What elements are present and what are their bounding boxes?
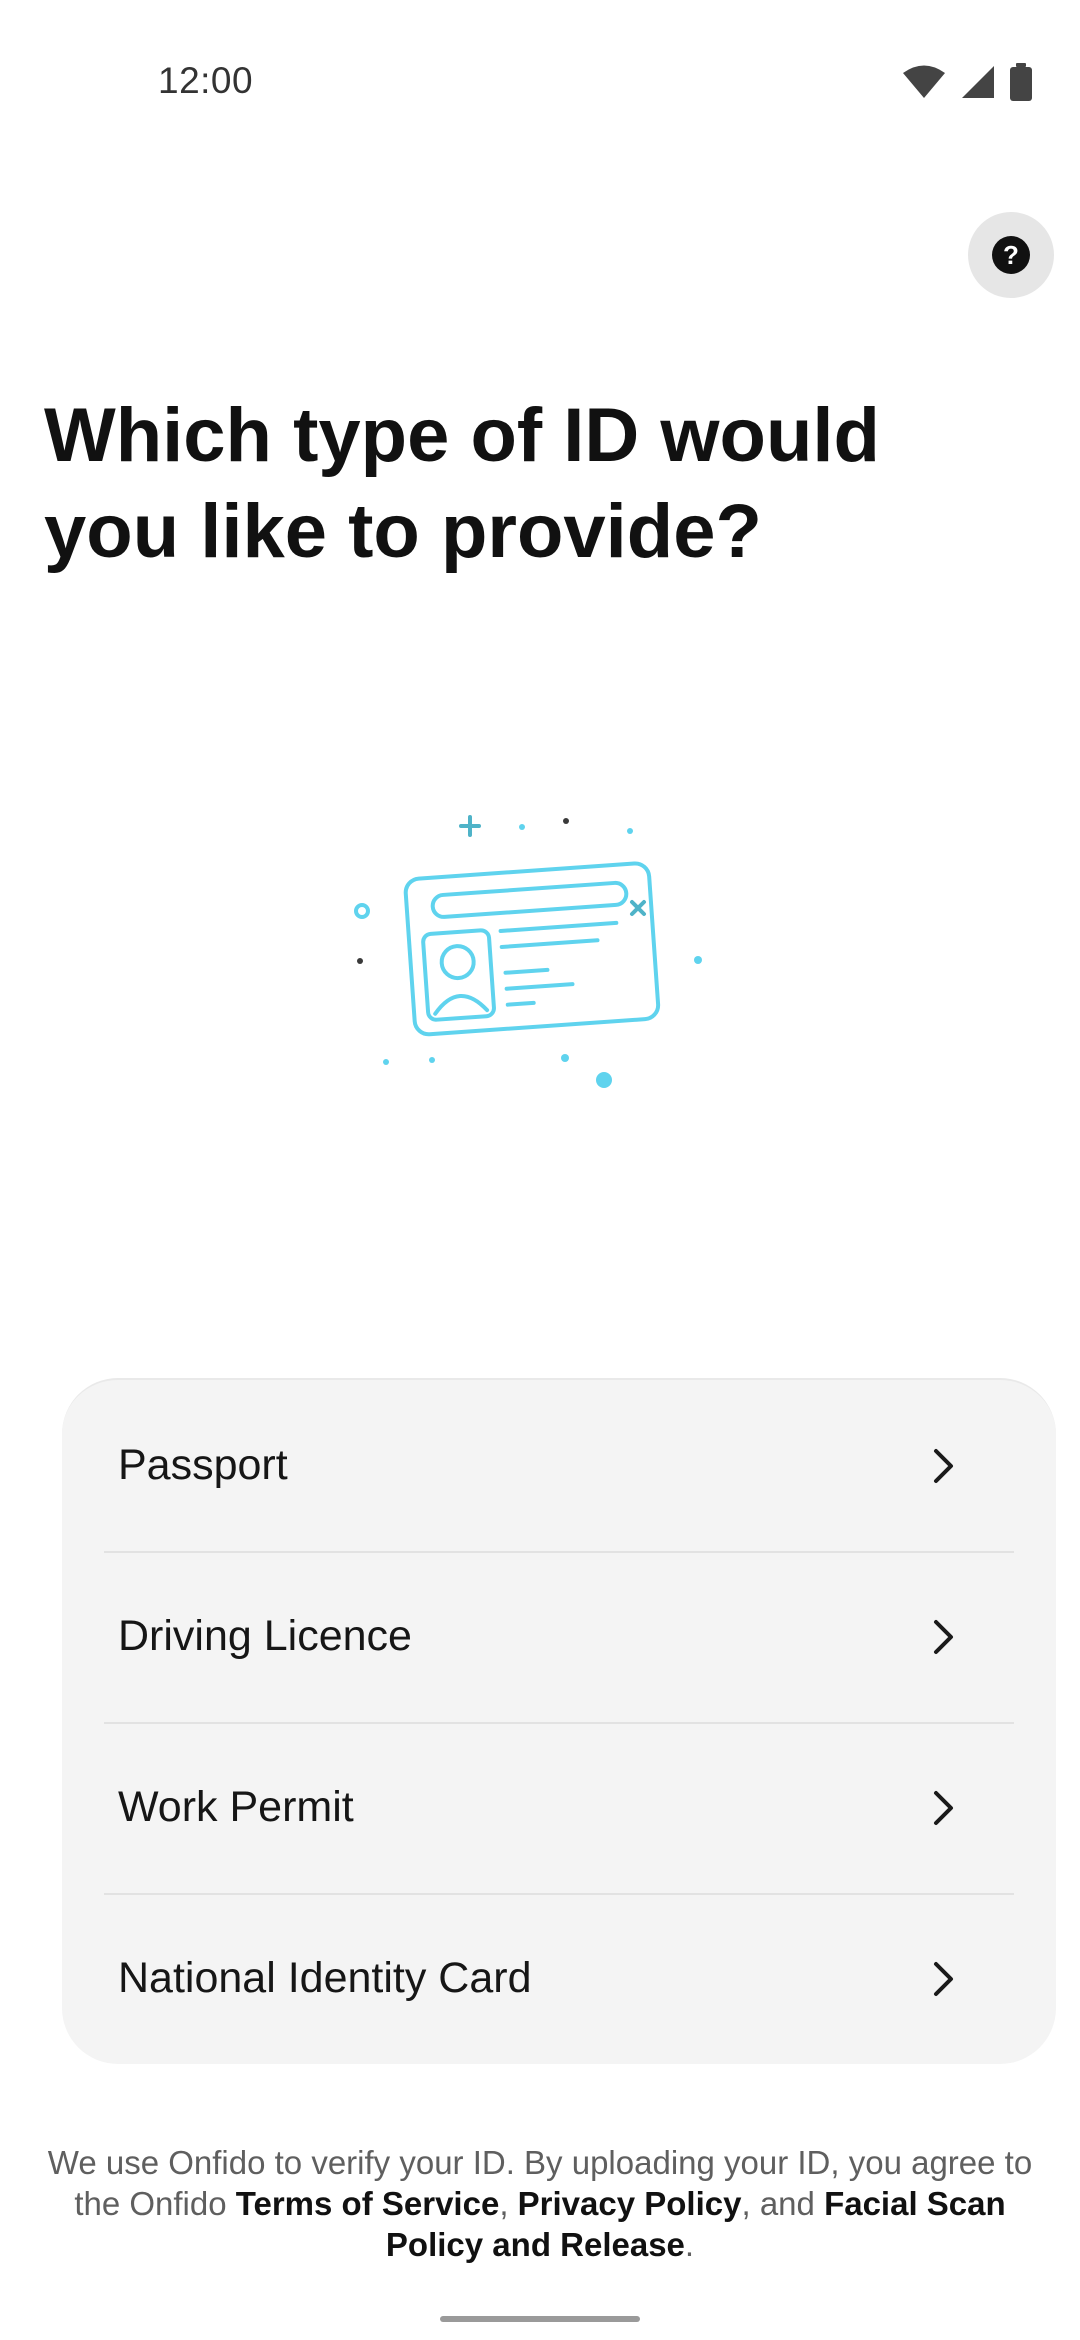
- doc-option-driving-licence[interactable]: Driving Licence: [62, 1551, 1056, 1722]
- home-indicator[interactable]: [440, 2316, 640, 2322]
- consent-text: We use Onfido to verify your ID. By uplo…: [40, 2142, 1040, 2265]
- chevron-right-icon: [934, 1791, 953, 1825]
- privacy-policy-link[interactable]: Privacy Policy: [518, 2185, 742, 2222]
- consent-suffix: .: [684, 2226, 695, 2263]
- document-type-list: Passport Driving Licence Work Permit Nat…: [62, 1378, 1056, 2064]
- signal-icon: [962, 66, 994, 98]
- question-mark-icon: ?: [992, 236, 1030, 274]
- status-bar: 12:00: [0, 0, 1080, 170]
- doc-option-passport[interactable]: Passport: [62, 1380, 1056, 1551]
- chevron-right-icon: [934, 1620, 953, 1654]
- consent-separator: ,: [499, 2185, 518, 2222]
- status-icons: [902, 62, 1032, 102]
- chevron-right-icon: [934, 1449, 953, 1483]
- doc-option-work-permit[interactable]: Work Permit: [62, 1722, 1056, 1893]
- doc-option-label: National Identity Card: [118, 1954, 532, 2002]
- chevron-right-icon: [934, 1962, 953, 1996]
- status-time: 12:00: [158, 60, 254, 101]
- doc-option-label: Driving Licence: [118, 1612, 412, 1660]
- help-button[interactable]: ?: [968, 212, 1054, 298]
- doc-option-national-identity-card[interactable]: National Identity Card: [62, 1893, 1056, 2064]
- consent-separator: , and: [741, 2185, 825, 2222]
- terms-of-service-link[interactable]: Terms of Service: [236, 2185, 500, 2222]
- doc-option-label: Passport: [118, 1441, 288, 1489]
- battery-icon: [1010, 63, 1032, 101]
- id-card-illustration: [354, 815, 702, 1088]
- doc-option-label: Work Permit: [118, 1783, 354, 1831]
- page-title: Which type of ID would you like to provi…: [44, 393, 880, 574]
- wifi-icon: [903, 65, 945, 98]
